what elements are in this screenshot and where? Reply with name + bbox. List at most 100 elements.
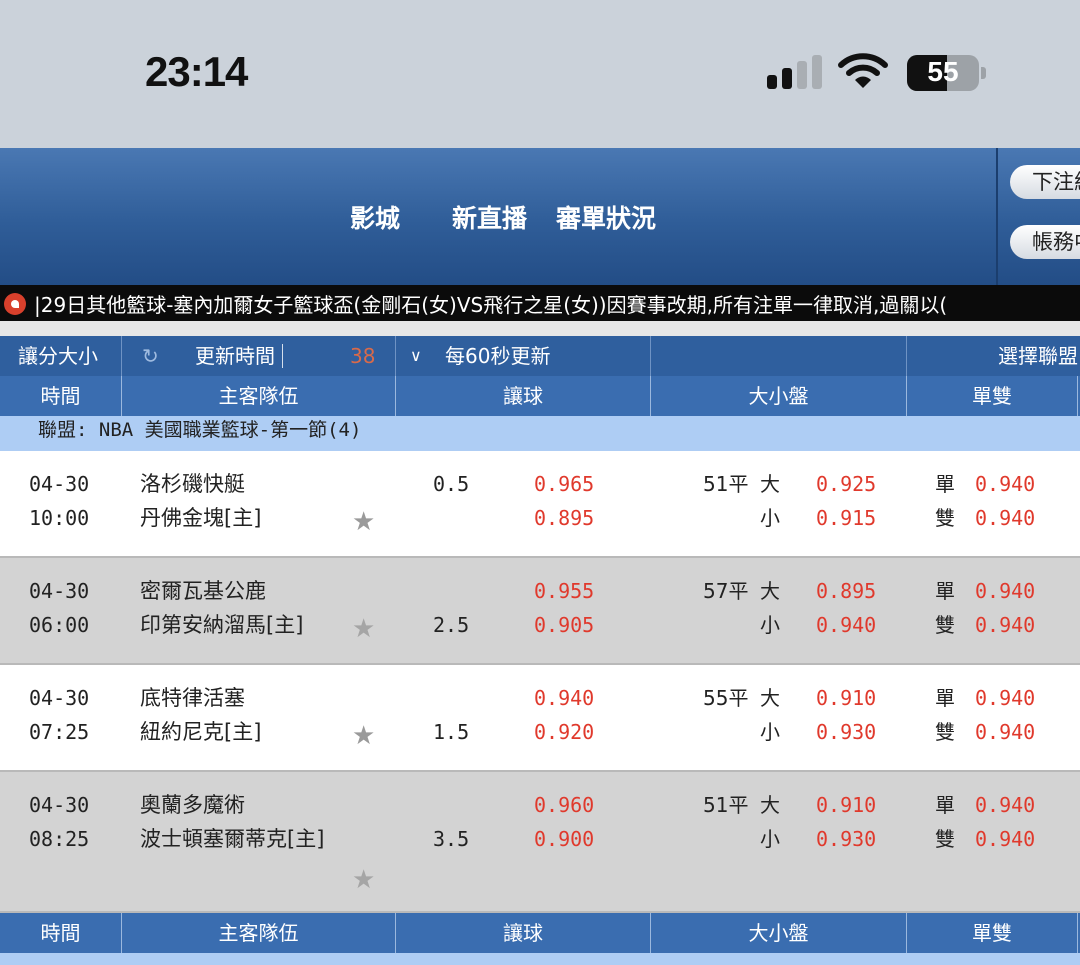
col-teams: 主客隊伍	[218, 921, 299, 945]
under-odds[interactable]: 0.915	[816, 506, 876, 530]
away-team: 丹佛金塊[主]	[140, 506, 262, 530]
ticker-text: |29日其他籃球-塞內加爾女子籃球盃(金剛石(女)VS飛行之星(女))因賽事改期…	[34, 293, 948, 317]
even-odds[interactable]: 0.940	[975, 506, 1035, 530]
handicap-odds-top[interactable]: 0.965	[534, 472, 594, 496]
home-team: 洛杉磯快艇	[140, 472, 245, 496]
over-odds[interactable]: 0.910	[816, 686, 876, 710]
nav-link-1[interactable]: 新直播	[452, 199, 527, 235]
handicap-odds-bottom[interactable]: 0.905	[534, 613, 594, 637]
even-label: 雙	[935, 720, 955, 744]
total-line: 57平	[703, 579, 749, 603]
even-label: 雙	[935, 506, 955, 530]
under-odds[interactable]: 0.930	[816, 827, 876, 851]
under-label: 小	[760, 506, 780, 530]
odd-label: 單	[935, 579, 955, 603]
home-team: 密爾瓦基公鹿	[140, 579, 266, 603]
nav-link-0[interactable]: 影城	[350, 199, 400, 235]
toolbar-divider	[121, 336, 122, 376]
even-label: 雙	[935, 613, 955, 637]
toolbar: 讓分大小 ↻ 更新時間 38 ∨ 每60秒更新 選擇聯盟	[0, 336, 1080, 376]
under-label: 小	[760, 827, 780, 851]
battery-cap	[981, 67, 986, 79]
total-line: 51平	[703, 472, 749, 496]
bet-type-selector[interactable]: 讓分大小	[18, 336, 98, 376]
match-date: 04-30	[29, 686, 90, 710]
under-odds[interactable]: 0.930	[816, 720, 876, 744]
spacer	[0, 321, 1080, 336]
even-odds[interactable]: 0.940	[975, 827, 1035, 851]
over-odds[interactable]: 0.895	[816, 579, 876, 603]
over-label: 大	[760, 686, 780, 710]
even-label: 雙	[935, 827, 955, 851]
odd-label: 單	[935, 472, 955, 496]
match-row: 04-30 07:25 底特律活塞 紐約尼克[主] 1.5 0.940 0.920 55平大小…	[0, 665, 1080, 772]
over-label: 大	[760, 579, 780, 603]
megaphone-icon	[4, 293, 26, 315]
refresh-countdown: 38	[350, 344, 376, 368]
match-row: 04-30 08:25 奧蘭多魔術 波士頓塞爾蒂克[主] 3.5 0.960 0.900 51…	[0, 772, 1080, 913]
col-over-under: 大小盤	[748, 384, 809, 408]
bet-record-button[interactable]: 下注紀錄	[1010, 165, 1080, 199]
match-date: 04-30	[29, 579, 90, 603]
home-team: 底特律活塞	[140, 686, 245, 710]
under-odds[interactable]: 0.940	[816, 613, 876, 637]
nav-link-2[interactable]: 審單狀況	[556, 199, 656, 235]
under-label: 小	[760, 613, 780, 637]
match-date: 04-30	[29, 472, 90, 496]
star-icon[interactable]: ★	[352, 614, 375, 644]
handicap-line: 1.5	[433, 720, 470, 744]
star-icon[interactable]: ★	[352, 507, 375, 537]
match-row: 04-30 06:00 密爾瓦基公鹿 印第安納溜馬[主] 2.5 0.955 0.905 57…	[0, 558, 1080, 665]
star-icon[interactable]: ★	[352, 865, 375, 895]
handicap-odds-top[interactable]: 0.960	[534, 793, 594, 817]
col-handicap: 讓球	[503, 384, 543, 408]
even-odds[interactable]: 0.940	[975, 613, 1035, 637]
odd-label: 單	[935, 686, 955, 710]
column-header: 時間 主客隊伍 讓球 大小盤 單雙	[0, 376, 1080, 416]
away-team: 紐約尼克[主]	[140, 720, 262, 744]
match-time: 07:25	[29, 720, 90, 744]
total-line: 51平	[703, 793, 749, 817]
league-header-next	[0, 953, 1080, 965]
handicap-line: 0.5	[433, 472, 470, 496]
league-header[interactable]: 聯盟: NBA 美國職業籃球-第一節(4)	[0, 416, 1080, 451]
handicap-odds-bottom[interactable]: 0.895	[534, 506, 594, 530]
account-center-button[interactable]: 帳務中心	[1010, 225, 1080, 259]
league-title: 聯盟: NBA 美國職業籃球-第一節(4)	[38, 419, 362, 441]
top-header: 影城 新直播 審單狀況 下注紀錄 帳務中心	[0, 148, 1080, 285]
odd-label: 單	[935, 793, 955, 817]
toolbar-divider	[650, 336, 651, 376]
refresh-interval-select[interactable]: 每60秒更新	[445, 336, 550, 376]
star-icon[interactable]: ★	[352, 721, 375, 751]
col-time: 時間	[40, 384, 81, 408]
header-divider	[996, 148, 998, 285]
over-odds[interactable]: 0.910	[816, 793, 876, 817]
refresh-time-label[interactable]: 更新時間	[195, 336, 275, 376]
handicap-odds-bottom[interactable]: 0.900	[534, 827, 594, 851]
handicap-odds-top[interactable]: 0.955	[534, 579, 594, 603]
toolbar-divider	[906, 336, 907, 376]
even-odds[interactable]: 0.940	[975, 720, 1035, 744]
status-bar: 23:14 55	[0, 0, 1080, 148]
wifi-icon	[838, 53, 888, 88]
away-team: 波士頓塞爾蒂克[主]	[140, 827, 325, 851]
battery-icon: 55	[907, 55, 979, 91]
col-odd-even: 單雙	[972, 921, 1012, 945]
col-handicap: 讓球	[503, 921, 543, 945]
handicap-odds-bottom[interactable]: 0.920	[534, 720, 594, 744]
refresh-icon[interactable]: ↻	[142, 336, 159, 376]
odd-odds[interactable]: 0.940	[975, 793, 1035, 817]
chevron-down-icon[interactable]: ∨	[410, 336, 422, 376]
match-row: 04-30 10:00 洛杉磯快艇 丹佛金塊[主] 0.5 0.965 0.895 51平大小…	[0, 451, 1080, 558]
under-label: 小	[760, 720, 780, 744]
odd-odds[interactable]: 0.940	[975, 686, 1035, 710]
battery-percent: 55	[927, 56, 959, 87]
col-over-under: 大小盤	[748, 921, 809, 945]
odd-odds[interactable]: 0.940	[975, 472, 1035, 496]
odd-odds[interactable]: 0.940	[975, 579, 1035, 603]
select-league-button[interactable]: 選擇聯盟	[998, 336, 1078, 376]
match-time: 08:25	[29, 827, 90, 851]
announcement-ticker[interactable]: |29日其他籃球-塞內加爾女子籃球盃(金剛石(女)VS飛行之星(女))因賽事改期…	[0, 285, 1080, 321]
over-odds[interactable]: 0.925	[816, 472, 876, 496]
handicap-odds-top[interactable]: 0.940	[534, 686, 594, 710]
